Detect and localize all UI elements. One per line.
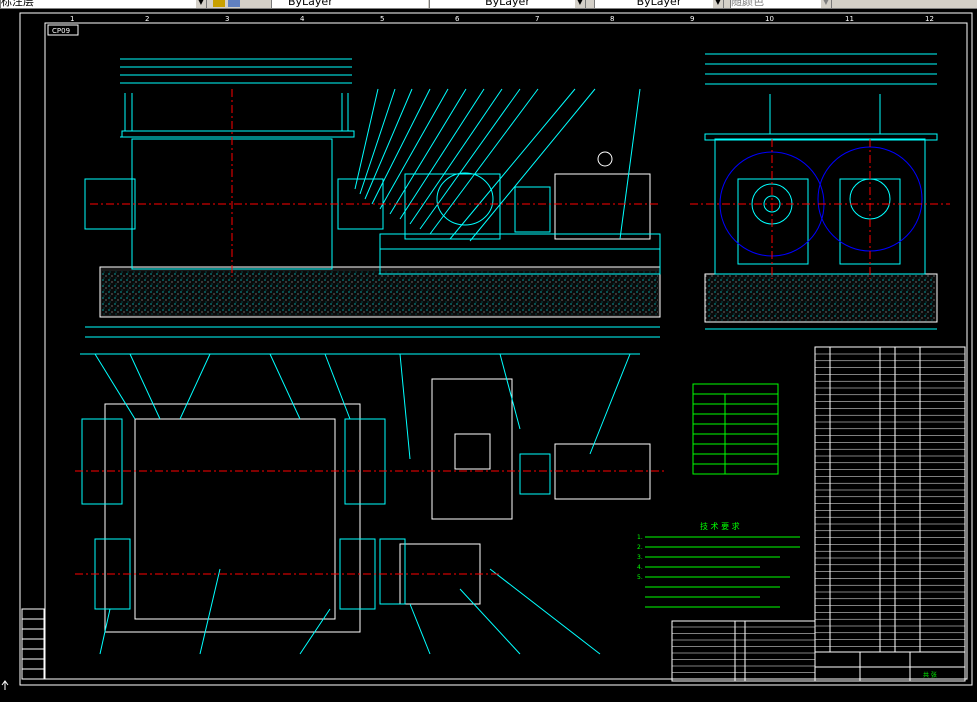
top-hopper xyxy=(134,418,336,620)
drawing-code: CP09 xyxy=(52,27,70,35)
drawing-frame xyxy=(19,12,973,686)
tech-requirement-2: 2. xyxy=(637,544,643,551)
motor-front xyxy=(554,173,651,240)
layer-states-icon[interactable] xyxy=(228,0,240,7)
plotstyle-dropdown-value: 随颜色 xyxy=(731,0,764,8)
properties-toolbar: 标注层 ▼ ByLayer ▼ ByLayer ▼ ByLayer ▼ 随颜色 … xyxy=(0,0,977,9)
lineweight-dropdown-value: ByLayer xyxy=(636,0,682,8)
grid-column-2: 2 xyxy=(145,15,149,23)
grid-column-9: 9 xyxy=(690,15,694,23)
grid-column-5: 5 xyxy=(380,15,384,23)
tech-requirement-1: 1. xyxy=(637,534,643,541)
grid-column-10: 10 xyxy=(765,15,774,23)
title-block xyxy=(814,651,966,682)
parameter-table xyxy=(692,383,779,475)
chevron-down-icon[interactable]: ▼ xyxy=(821,0,831,8)
coupling xyxy=(514,186,551,233)
front-view xyxy=(84,58,661,338)
color-dropdown[interactable]: ByLayer ▼ xyxy=(271,0,439,8)
side-view xyxy=(704,53,938,330)
left-pedestal xyxy=(737,178,809,265)
tech-requirements-title: 技 术 要 求 xyxy=(700,521,740,531)
drawing-inner-frame xyxy=(44,22,968,680)
grid-column-3: 3 xyxy=(225,15,229,23)
right-bearing xyxy=(337,178,384,230)
grid-column-1: 1 xyxy=(70,15,74,23)
drawing-canvas[interactable]: 1 2 3 4 5 6 7 8 9 10 11 12 CP09 技 术 要 求 … xyxy=(0,9,977,698)
layer-dropdown[interactable]: 标注层 ▼ xyxy=(0,0,207,8)
hopper-top-plate xyxy=(121,130,355,138)
command-line[interactable] xyxy=(0,690,977,698)
grid-column-12: 12 xyxy=(925,15,934,23)
plotstyle-dropdown[interactable]: 随颜色 ▼ xyxy=(730,0,832,8)
tech-requirement-4: 4. xyxy=(637,564,643,571)
grid-column-11: 11 xyxy=(845,15,854,23)
grid-column-labels: 1 2 3 4 5 6 7 8 9 10 11 12 xyxy=(70,15,934,23)
grid-column-8: 8 xyxy=(610,15,614,23)
top-base-plate xyxy=(104,403,361,633)
chevron-down-icon[interactable]: ▼ xyxy=(196,0,206,8)
tech-requirement-5: 5. xyxy=(637,574,643,581)
top-view xyxy=(80,353,651,655)
linetype-dropdown-value: ByLayer xyxy=(485,0,530,8)
linetype-dropdown[interactable]: ByLayer ▼ xyxy=(429,0,586,8)
grid-column-6: 6 xyxy=(455,15,460,23)
parts-list-rows xyxy=(815,353,965,647)
cad-drawing[interactable]: 1 2 3 4 5 6 7 8 9 10 11 12 CP09 技 术 要 求 … xyxy=(0,9,977,698)
top-reducer xyxy=(431,378,513,520)
bottom-parts-rows xyxy=(672,626,815,680)
tech-requirements-list: 1. 2. 3. 4. 5. xyxy=(637,534,643,581)
grid-column-7: 7 xyxy=(535,15,539,23)
color-dropdown-value: ByLayer xyxy=(288,0,333,8)
parts-list xyxy=(814,346,966,653)
bottom-parts-list xyxy=(671,620,816,682)
layer-previous-icon[interactable] xyxy=(213,0,225,7)
foundation-texture xyxy=(102,271,658,315)
title-block-sheet: 共 张 xyxy=(923,671,937,679)
layer-dropdown-value: 标注层 xyxy=(1,0,34,8)
chevron-down-icon[interactable]: ▼ xyxy=(713,0,723,8)
chevron-down-icon[interactable]: ▼ xyxy=(575,0,585,8)
grid-column-4: 4 xyxy=(300,15,305,23)
lineweight-dropdown[interactable]: ByLayer ▼ xyxy=(594,0,724,8)
revision-block xyxy=(21,608,45,680)
tech-requirement-3: 3. xyxy=(637,554,643,561)
side-foundation xyxy=(704,273,938,323)
